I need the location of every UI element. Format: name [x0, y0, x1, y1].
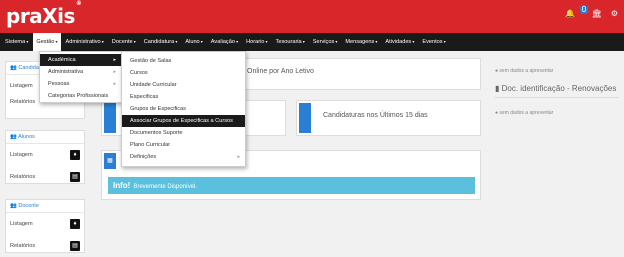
no-data-label: sem dados a apresentar: [499, 110, 554, 116]
menu-item-pessoas[interactable]: Pessoas: [40, 78, 121, 90]
divider: [495, 97, 619, 98]
row-label: Relatórios: [10, 99, 36, 105]
menu-item-administrativa[interactable]: Administrativa: [40, 66, 121, 78]
menu-item-associar-grupos[interactable]: Associar Grupos de Especificas a Cursos: [122, 115, 245, 127]
nav-servicos[interactable]: Serviços: [313, 33, 338, 51]
menu-item-cursos[interactable]: Cursos: [122, 67, 245, 79]
info-label: Info!: [113, 181, 131, 190]
alunos-relatorios[interactable]: Relatórios ▤: [6, 166, 84, 188]
row-label: Relatórios: [10, 243, 36, 249]
menu-item-gestao-de-salas[interactable]: Gestão de Salas: [122, 55, 245, 67]
candidaturas-title: Candidaturas nos Últimos 15 dias: [323, 112, 428, 119]
menu-item-especificas[interactable]: Especificas: [122, 91, 245, 103]
nav-atividades[interactable]: Atividades: [385, 33, 414, 51]
docente-listagem[interactable]: Listagem ♦: [6, 213, 84, 235]
report-icon[interactable]: ▤: [70, 172, 80, 182]
nav-candidatura[interactable]: Candidatura: [144, 33, 178, 51]
bell-icon[interactable]: 🔔 0: [565, 5, 588, 18]
menu-item-documentos-suporte[interactable]: Documentos Suporte: [122, 127, 245, 139]
menu-item-grupos-de-especificas[interactable]: Grupos de Especificas: [122, 103, 245, 115]
docente-relatorios[interactable]: Relatórios ▤: [6, 235, 84, 257]
docente-title: Docente: [18, 203, 39, 209]
users-icon[interactable]: ♦: [70, 219, 80, 229]
alunos-header[interactable]: 👥 Alunos: [6, 131, 84, 144]
menu-item-categorias-profissionais[interactable]: Categorias Profissionais: [40, 90, 121, 102]
docente-header[interactable]: 👥 Docente: [6, 200, 84, 213]
row-label: Listagem: [10, 221, 33, 227]
calendar-icon: ▦: [104, 153, 116, 169]
report-icon[interactable]: ▤: [70, 241, 80, 251]
gestao-menu: Académica Administrativa Pessoas Categor…: [39, 51, 122, 103]
info-alert: Info! Brevemente Disponível.: [108, 177, 475, 194]
top-bar: praXis® 🔔 0 🏛 ⚙: [0, 0, 624, 33]
no-data-label: sem dados a apresentar: [499, 68, 554, 74]
no-data-text-2: ● sem dados a apresentar: [495, 110, 554, 116]
notification-badge: 0: [580, 5, 588, 14]
menu-item-plano-curricular[interactable]: Plano Curricular: [122, 139, 245, 151]
nav-horario[interactable]: Horario: [246, 33, 267, 51]
alunos-listagem[interactable]: Listagem ♦: [6, 144, 84, 166]
main-navbar: Sistema Gestão Administrativo Docente Ca…: [0, 33, 624, 51]
doc-title-label: Doc. identificação - Renovações: [501, 84, 617, 93]
alunos-title: Alunos: [18, 134, 35, 140]
candidaturas-bar: [299, 103, 311, 133]
candidaturas-panel: Candidaturas nos Últimos 15 dias: [296, 100, 481, 136]
nav-eventos[interactable]: Eventos: [422, 33, 445, 51]
row-label: Listagem: [10, 83, 33, 89]
row-label: Listagem: [10, 152, 33, 158]
brand-logo[interactable]: praXis®: [6, 0, 82, 28]
online-title: Online por Ano Letivo: [247, 68, 314, 75]
nav-gestao[interactable]: Gestão: [33, 33, 61, 51]
nav-mensagens[interactable]: Mensagens: [345, 33, 377, 51]
stat-bar: [104, 103, 116, 133]
candidatos-title: Candidat: [18, 65, 41, 71]
row-label: Relatórios: [10, 174, 36, 180]
nav-administrativo[interactable]: Administrativo: [66, 33, 104, 51]
docente-box: 👥 Docente Listagem ♦ Relatórios ▤: [5, 199, 85, 253]
nav-sistema[interactable]: Sistema: [5, 33, 28, 51]
info-text: Brevemente Disponível.: [133, 184, 198, 190]
menu-item-unidade-curricular[interactable]: Unidade Curricular: [122, 79, 245, 91]
brand-name: praXis: [6, 4, 75, 28]
nav-aluno[interactable]: Aluno: [185, 33, 202, 51]
nav-avaliacao[interactable]: Avaliação: [211, 33, 238, 51]
brand-mark: ®: [75, 0, 82, 8]
doc-identificacao-title: ▮ Doc. identificação - Renovações: [495, 84, 617, 93]
menu-item-academica[interactable]: Académica: [40, 54, 121, 66]
gear-icon[interactable]: ⚙: [611, 9, 618, 18]
no-data-text-1: ● sem dados a apresentar: [495, 68, 554, 74]
nav-tesouraria[interactable]: Tesouraria: [276, 33, 305, 51]
alunos-box: 👥 Alunos Listagem ♦ Relatórios ▤: [5, 130, 85, 184]
institution-icon[interactable]: 🏛: [592, 9, 602, 18]
academica-submenu: Gestão de Salas Cursos Unidade Curricula…: [121, 51, 246, 167]
nav-docente[interactable]: Docente: [112, 33, 136, 51]
users-icon[interactable]: ♦: [70, 150, 80, 160]
menu-item-definicoes[interactable]: Definições: [122, 151, 245, 163]
